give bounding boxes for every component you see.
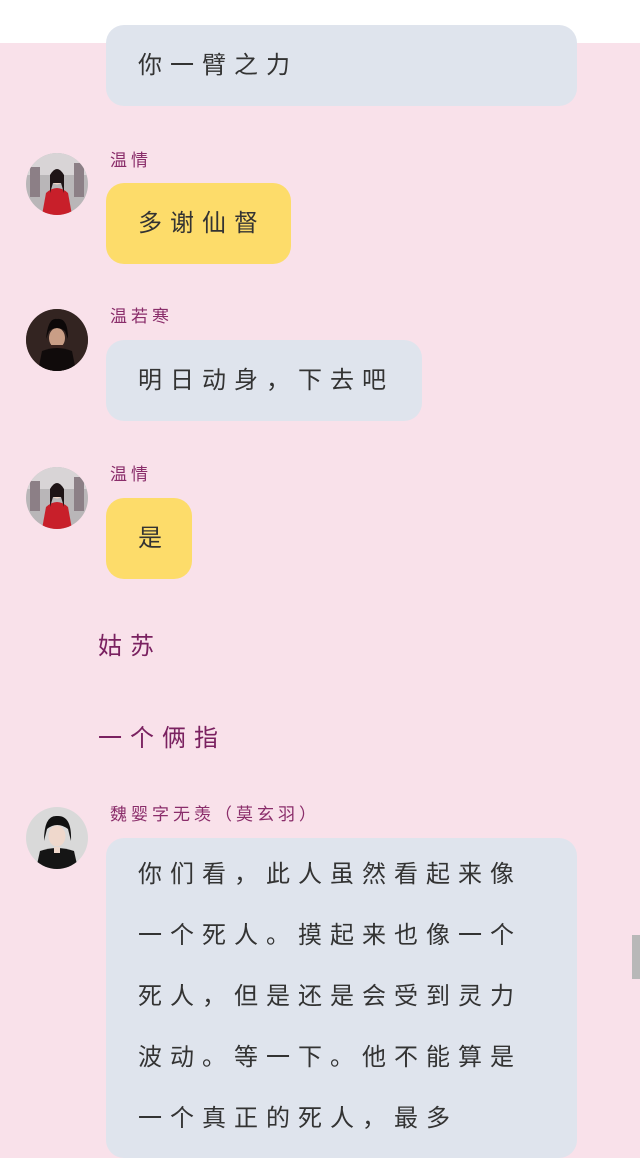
message-text-line: 一个死人。摸起来也像一个 — [138, 921, 522, 949]
scrollbar-thumb[interactable] — [632, 935, 640, 979]
avatar-weiying[interactable] — [26, 807, 88, 869]
message-bubble[interactable]: 明日动身，下去吧 — [106, 340, 422, 421]
woman-in-red-avatar-icon — [26, 467, 88, 529]
speaker-name: 温若寒 — [110, 307, 173, 327]
speaker-name: 温情 — [110, 465, 152, 485]
message-bubble[interactable]: 你一臂之力 — [106, 25, 577, 106]
avatar-wenqing[interactable] — [26, 153, 88, 215]
avatar-wenqing[interactable] — [26, 467, 88, 529]
woman-in-red-avatar-icon — [26, 153, 88, 215]
message-bubble[interactable]: 多谢仙督 — [106, 183, 291, 264]
message-text: 你一臂之力 — [138, 51, 298, 79]
speaker-name: 温情 — [110, 151, 152, 171]
message-text-line: 你们看，此人虽然看起来像 — [138, 860, 522, 888]
message-bubble[interactable]: 你们看，此人虽然看起来像 一个死人。摸起来也像一个 死人，但是还是会受到灵力 波… — [106, 838, 577, 1158]
avatar-wenruohan[interactable] — [26, 309, 88, 371]
young-man-avatar-icon — [26, 807, 88, 869]
man-in-black-avatar-icon — [26, 309, 88, 371]
message-text: 多谢仙督 — [138, 209, 266, 237]
message-bubble[interactable]: 是 — [106, 498, 192, 579]
narration-text: 姑苏 — [98, 632, 162, 660]
message-text: 明日动身，下去吧 — [138, 366, 394, 394]
message-text-line: 死人，但是还是会受到灵力 — [138, 982, 522, 1010]
speaker-name: 魏婴字无羡（莫玄羽） — [110, 805, 320, 825]
message-text-line: 一个真正的死人，最多 — [138, 1104, 458, 1132]
message-text-line: 波动。等一下。他不能算是 — [138, 1043, 522, 1071]
message-text: 是 — [138, 524, 170, 552]
narration-text: 一个俩指 — [98, 724, 226, 752]
